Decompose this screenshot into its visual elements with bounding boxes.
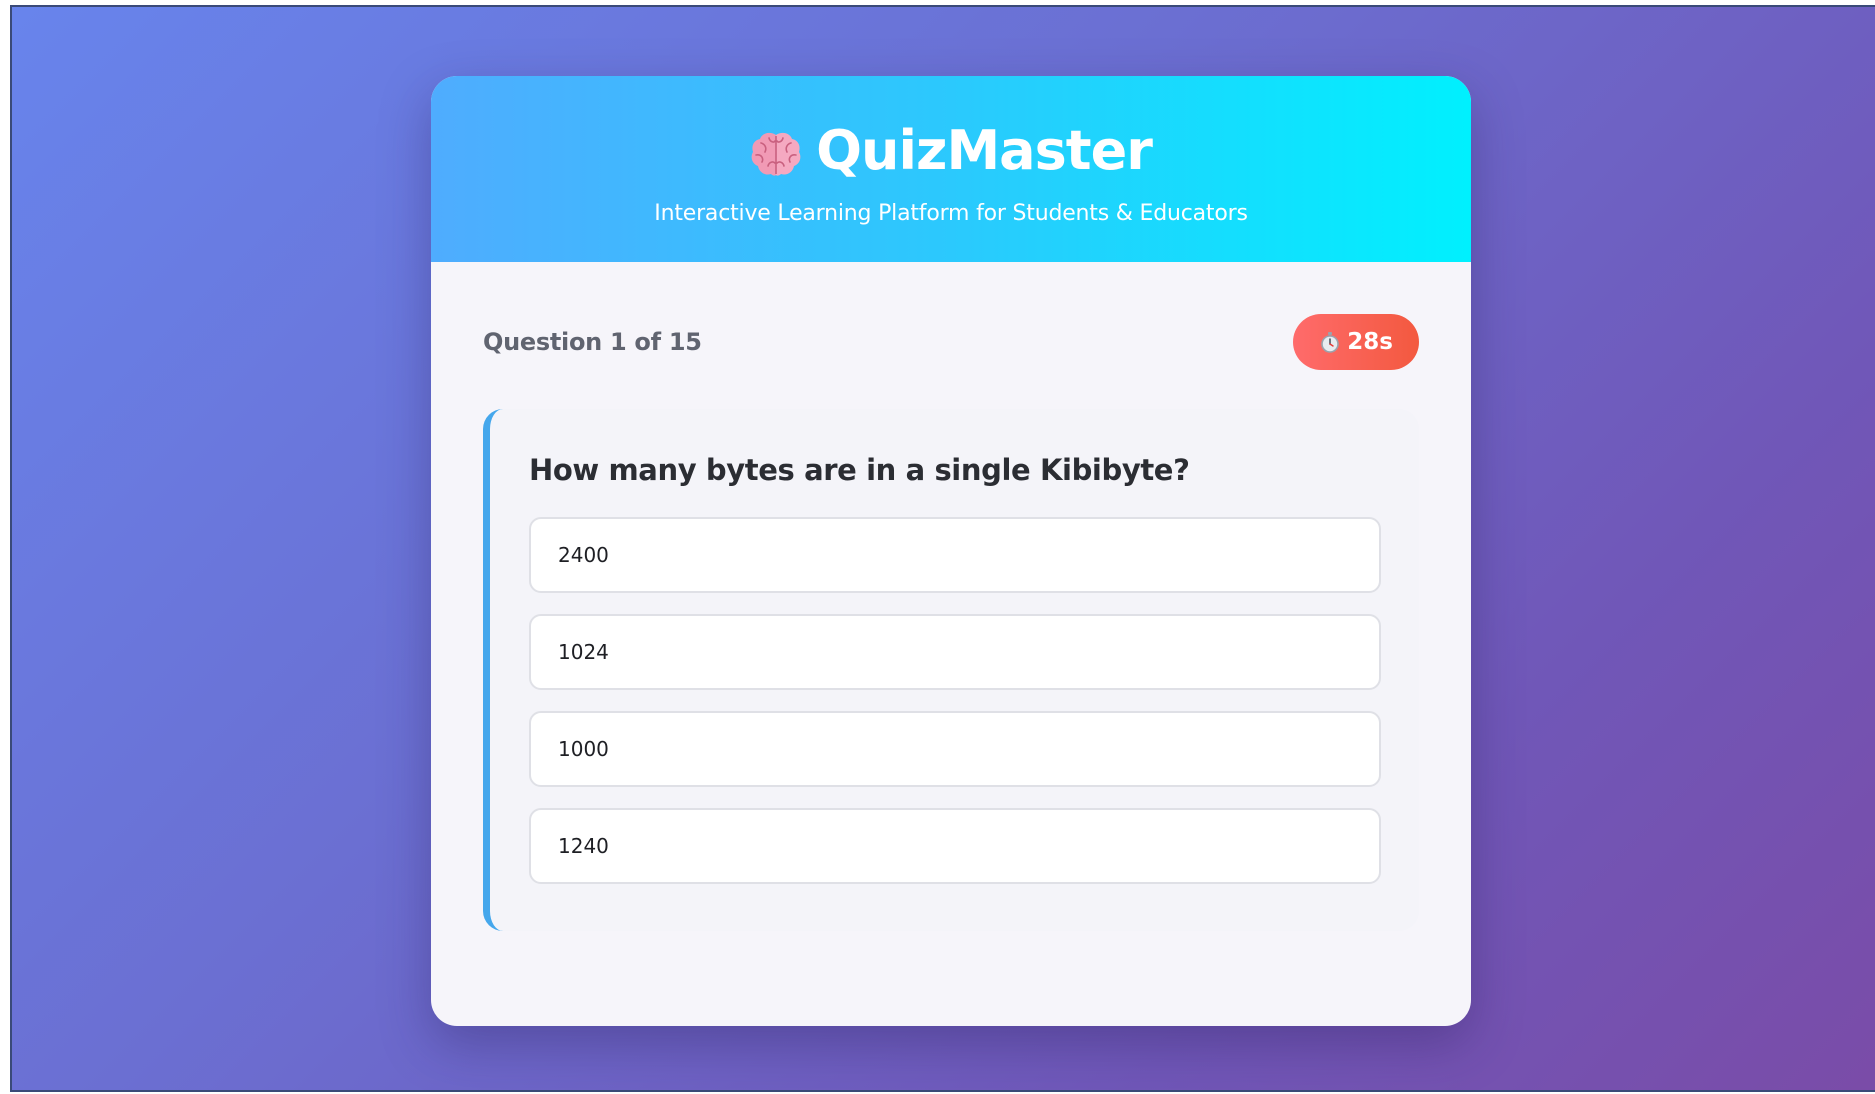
app-subtitle: Interactive Learning Platform for Studen… (654, 201, 1248, 226)
quiz-body: Question 1 of 15 28s How many bytes are … (431, 314, 1471, 931)
answer-option[interactable]: 1024 (529, 614, 1381, 690)
answer-options: 2400 1024 1000 1240 (529, 517, 1381, 884)
app-background: QuizMaster Interactive Learning Platform… (10, 5, 1875, 1092)
question-counter: Question 1 of 15 (483, 328, 702, 356)
quiz-header: QuizMaster Interactive Learning Platform… (431, 76, 1471, 262)
timer-value: 28s (1347, 329, 1393, 355)
answer-option[interactable]: 1000 (529, 711, 1381, 787)
question-card: How many bytes are in a single Kibibyte?… (483, 409, 1419, 931)
app-title: QuizMaster (750, 118, 1153, 182)
brain-icon (750, 127, 802, 176)
answer-option[interactable]: 2400 (529, 517, 1381, 593)
stopwatch-icon (1319, 331, 1341, 353)
app-title-text: QuizMaster (816, 118, 1153, 182)
quiz-meta-row: Question 1 of 15 28s (483, 314, 1419, 370)
question-text: How many bytes are in a single Kibibyte? (529, 453, 1190, 487)
answer-option[interactable]: 1240 (529, 808, 1381, 884)
quiz-card: QuizMaster Interactive Learning Platform… (431, 76, 1471, 1026)
timer-badge: 28s (1293, 314, 1419, 370)
